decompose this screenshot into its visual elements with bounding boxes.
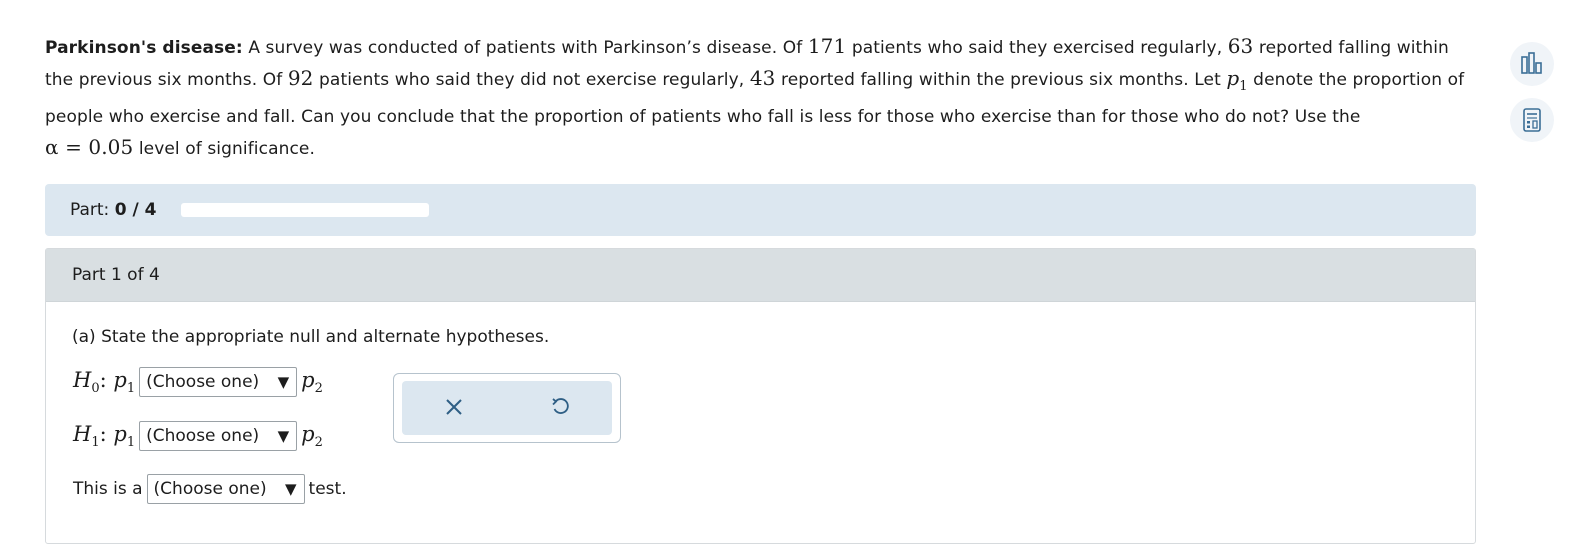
test-type-select[interactable]: (Choose one) ▼ (146, 474, 305, 504)
problem-text: reported falling within the previous six… (781, 70, 1221, 90)
problem-text: patients who said they exercised regular… (851, 38, 1223, 58)
h1-relation-select[interactable]: (Choose one) ▼ (139, 421, 298, 451)
problem-statement: Parkinson's disease: A survey was conduc… (45, 31, 1475, 164)
test-prefix: This is a (73, 479, 143, 499)
h0-relation-select[interactable]: (Choose one) ▼ (139, 367, 298, 397)
undo-button[interactable] (548, 397, 572, 421)
h0-label: H0: p1 (73, 367, 136, 397)
x1-value: 63 (1227, 34, 1254, 58)
h0-row: H0: p1 (Choose one) ▼ p2 (73, 367, 323, 397)
x2-value: 43 (749, 66, 776, 90)
bar-chart-icon (1519, 51, 1545, 77)
test-type-row: This is a (Choose one) ▼ test. (73, 474, 347, 504)
p1-symbol: p1 (1226, 66, 1248, 94)
progress-track (181, 203, 430, 217)
answer-tools-panel (393, 373, 621, 443)
problem-title: Parkinson's disease: (45, 38, 243, 58)
calculator-button[interactable] (1510, 98, 1554, 142)
answer-tools-inner (402, 381, 612, 435)
undo-icon (550, 397, 570, 421)
part-progress-label: Part: 0 / 4 (70, 200, 157, 220)
n1-value: 171 (807, 34, 847, 58)
test-suffix: test. (308, 479, 347, 499)
problem-text: patients who said they did not exercise … (319, 70, 745, 90)
h1-p2: p2 (301, 421, 323, 451)
part-heading: Part 1 of 4 (46, 249, 1475, 302)
close-icon (445, 398, 463, 420)
data-chart-button[interactable] (1510, 42, 1554, 86)
problem-text: level of significance. (138, 139, 315, 159)
part-progress-bar: Part: 0 / 4 (45, 184, 1476, 236)
problem-text: A survey was conducted of patients with … (248, 38, 803, 58)
part-card: Part 1 of 4 (a) State the appropriate nu… (45, 248, 1476, 544)
chevron-down-icon: ▼ (277, 373, 290, 391)
chevron-down-icon: ▼ (277, 427, 290, 445)
h0-p2: p2 (301, 367, 323, 397)
h1-label: H1: p1 (73, 421, 136, 451)
h1-row: H1: p1 (Choose one) ▼ p2 (73, 421, 323, 451)
chevron-down-icon: ▼ (285, 480, 297, 498)
question-text: (a) State the appropriate null and alter… (72, 327, 550, 347)
clear-button[interactable] (442, 397, 466, 421)
n2-value: 92 (287, 66, 314, 90)
alpha-expression: α = 0.05 (45, 135, 134, 159)
calculator-icon (1520, 107, 1544, 133)
